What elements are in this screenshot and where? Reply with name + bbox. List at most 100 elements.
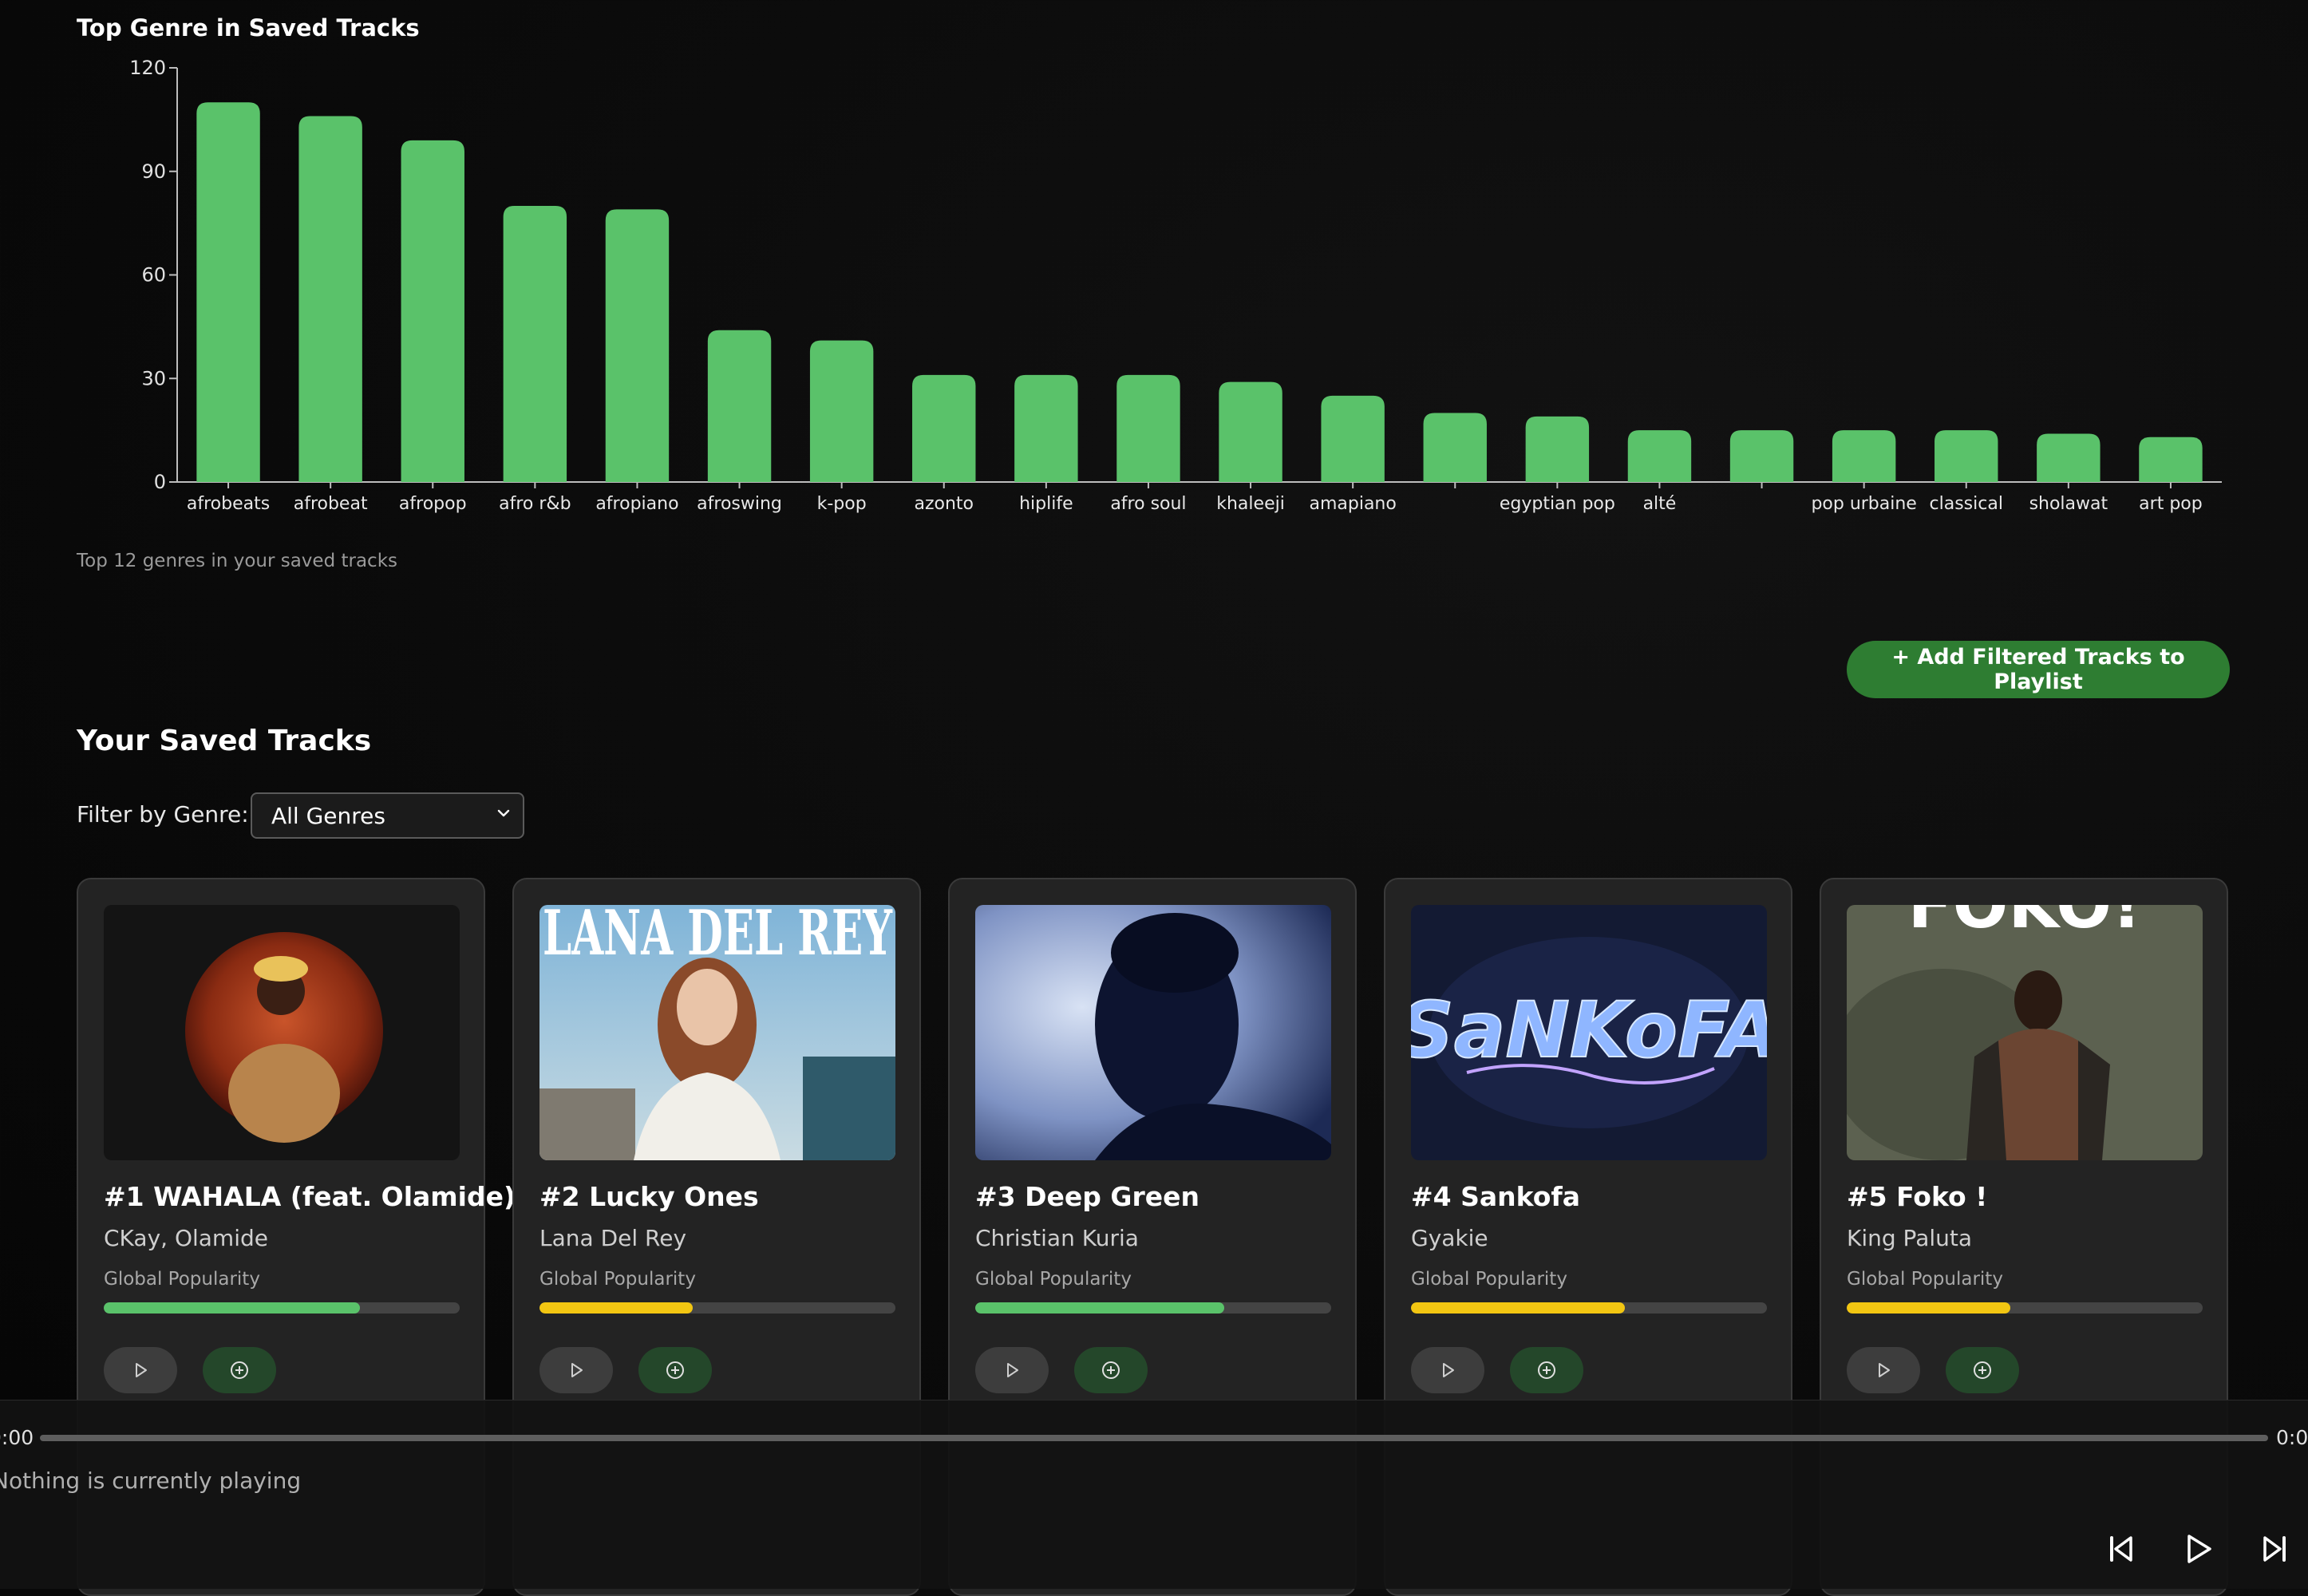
play-icon (2187, 1535, 2211, 1563)
popularity-fill (104, 1302, 361, 1314)
chart-bar (912, 374, 976, 482)
add-to-playlist-button[interactable] (1510, 1347, 1583, 1393)
plus-circle-icon (231, 1361, 248, 1379)
popularity-fill (1847, 1302, 2011, 1314)
track-artist: CKay, Olamide (104, 1225, 268, 1251)
track-artist: King Paluta (1847, 1225, 1973, 1251)
play-track-button[interactable] (104, 1347, 177, 1393)
x-tick-label: khaleeji (1216, 494, 1285, 514)
chart-bar (298, 116, 362, 483)
track-title: #2 Lucky Ones (539, 1181, 759, 1212)
next-track-button[interactable] (2252, 1527, 2297, 1571)
genre-chart-section: Top Genre in Saved Tracks 0 30 60 90 120 afro… (0, 0, 2308, 591)
x-tick-label: afropop (399, 494, 467, 514)
chart-bar (1014, 374, 1078, 482)
add-to-playlist-button[interactable] (203, 1347, 276, 1393)
playback-progress-bar[interactable] (40, 1435, 2268, 1441)
x-tick-label: pop urbaine (1811, 494, 1916, 514)
genre-filter-value: All Genres (271, 802, 385, 829)
chart-bar (401, 140, 464, 482)
x-tick-label: hiplife (1019, 494, 1073, 514)
skip-previous-icon (2110, 1536, 2132, 1562)
chart-bar (1729, 430, 1794, 482)
now-playing-text: Nothing is currently playing (0, 1468, 302, 1494)
cover-text: SaNKoFA (1411, 986, 1767, 1075)
play-icon (136, 1363, 147, 1377)
track-title: #1 WAHALA (feat. Olamide) (104, 1181, 516, 1212)
play-track-button[interactable] (1411, 1347, 1484, 1393)
x-tick-label: k-pop (817, 494, 867, 514)
plus-circle-icon (666, 1361, 684, 1379)
x-tick-label: azonto (914, 494, 974, 514)
x-tick-label: art pop (2139, 494, 2203, 514)
x-tick-label: afroswing (697, 494, 782, 514)
x-tick-label: afropiano (595, 494, 678, 514)
current-time: 0:00 (0, 1426, 34, 1449)
add-to-playlist-button[interactable] (1074, 1347, 1148, 1393)
add-filtered-tracks-button[interactable]: + Add Filtered Tracks to Playlist (1847, 641, 2230, 698)
popularity-bar (975, 1302, 1331, 1314)
play-track-button[interactable] (539, 1347, 613, 1393)
y-tick-label: 90 (141, 160, 166, 183)
album-cover (104, 905, 460, 1160)
x-tick-label: classical (1930, 494, 2003, 514)
previous-track-button[interactable] (2099, 1527, 2144, 1571)
genre-filter-label: Filter by Genre: (77, 801, 249, 828)
popularity-fill (539, 1302, 693, 1314)
y-tick-label: 30 (141, 367, 166, 389)
chart-bar (1935, 430, 1998, 482)
y-tick-label: 0 (154, 471, 166, 493)
popularity-fill (1411, 1302, 1625, 1314)
x-tick-label: afro r&b (499, 494, 571, 514)
chart-bar (196, 102, 260, 482)
x-tick-label: sholawat (2029, 494, 2108, 514)
track-title: #3 Deep Green (975, 1181, 1199, 1212)
plus-circle-icon (1102, 1361, 1120, 1379)
x-tick-label: alté (1643, 494, 1677, 514)
chart-bar (2139, 437, 2203, 482)
album-cover (975, 905, 1331, 1160)
x-tick-label: afro soul (1110, 494, 1186, 514)
skip-next-icon (2263, 1536, 2286, 1562)
cover-text: FOKO! (1908, 905, 2142, 943)
cover-text: LANA DEL REY (543, 905, 893, 970)
popularity-bar (1847, 1302, 2203, 1314)
chart-bar (1219, 381, 1282, 482)
album-cover: LANA DEL REY (539, 905, 895, 1160)
play-pause-button[interactable] (2176, 1527, 2220, 1571)
track-artist: Gyakie (1411, 1225, 1488, 1251)
popularity-label: Global Popularity (975, 1269, 1132, 1290)
track-title: #4 Sankofa (1411, 1181, 1580, 1212)
popularity-fill (975, 1302, 1225, 1314)
chart-bar (1321, 395, 1385, 482)
track-artist: Christian Kuria (975, 1225, 1139, 1251)
play-icon (1007, 1363, 1018, 1377)
y-tick-label: 60 (141, 264, 166, 286)
x-tick-label: afrobeats (187, 494, 270, 514)
saved-tracks-heading: Your Saved Tracks (77, 725, 372, 757)
play-track-button[interactable] (1847, 1347, 1920, 1393)
genre-filter-select[interactable]: All Genres (251, 792, 524, 839)
chart-bar (1116, 374, 1180, 482)
popularity-label: Global Popularity (1411, 1269, 1567, 1290)
add-to-playlist-button[interactable] (638, 1347, 712, 1393)
add-to-playlist-button[interactable] (1946, 1347, 2019, 1393)
popularity-bar (539, 1302, 895, 1314)
chart-bar (707, 330, 772, 482)
track-title: #5 Foko ! (1847, 1181, 1988, 1212)
plus-circle-icon (1538, 1361, 1555, 1379)
popularity-label: Global Popularity (104, 1269, 260, 1290)
total-time: 0:00 (2276, 1426, 2308, 1449)
chevron-down-icon (497, 809, 510, 817)
chart-bar (1423, 413, 1487, 482)
x-tick-label: amapiano (1309, 494, 1396, 514)
album-cover: FOKO! (1847, 905, 2203, 1160)
player-bar: 0:00 0:00 Nothing is currently playing (0, 1400, 2308, 1589)
popularity-label: Global Popularity (1847, 1269, 2003, 1290)
play-icon (1443, 1363, 1454, 1377)
x-tick-label: egyptian pop (1500, 494, 1615, 514)
popularity-label: Global Popularity (539, 1269, 696, 1290)
play-track-button[interactable] (975, 1347, 1049, 1393)
x-tick-label: afrobeat (294, 494, 368, 514)
chart-bar (1525, 416, 1590, 482)
